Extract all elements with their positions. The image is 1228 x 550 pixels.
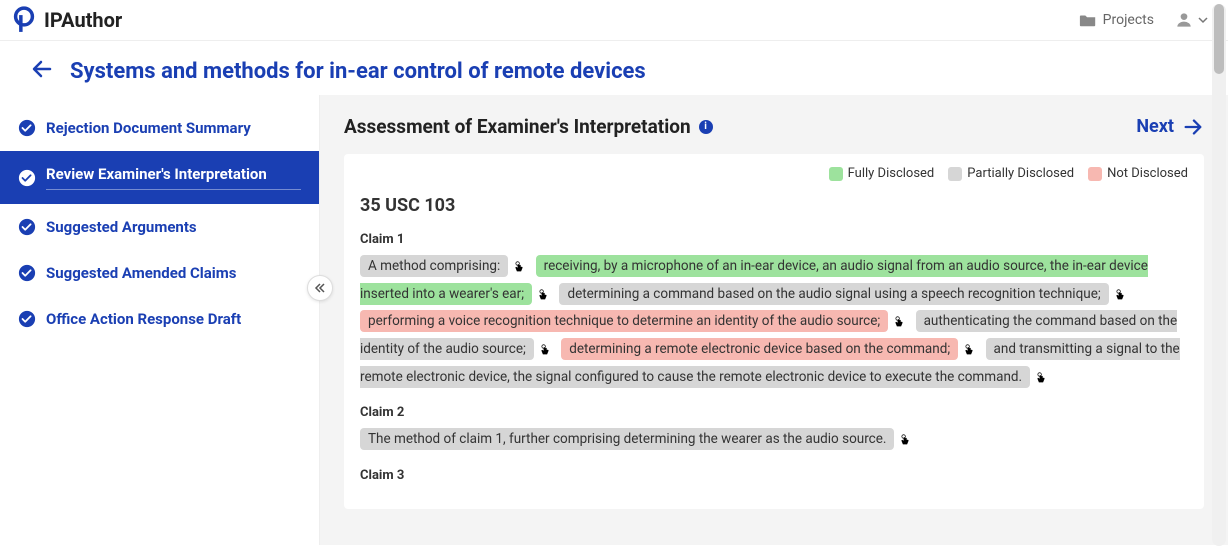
user-icon <box>1174 10 1194 30</box>
sidebar-item-label: Review Examiner's Interpretation <box>46 165 301 190</box>
swatch-partial <box>948 167 962 181</box>
legend-not-label: Not Disclosed <box>1107 166 1188 181</box>
chevron-down-icon <box>1198 15 1208 25</box>
folder-icon <box>1079 12 1097 28</box>
sidebar-item-label: Suggested Arguments <box>46 218 301 236</box>
app-logo: IPAuthor <box>10 6 122 34</box>
claim-segment[interactable]: determining a remote electronic device b… <box>561 338 958 360</box>
scroll-thumb[interactable] <box>1214 4 1224 74</box>
sidebar-item[interactable]: Review Examiner's Interpretation <box>0 151 319 204</box>
tap-icon[interactable] <box>536 285 550 299</box>
legend-partial: Partially Disclosed <box>948 166 1074 181</box>
sidebar-collapse-button[interactable] <box>307 275 333 301</box>
sidebar-item[interactable]: Office Action Response Draft <box>0 296 319 342</box>
user-menu[interactable] <box>1174 10 1208 30</box>
claim-body: The method of claim 1, further comprisin… <box>360 426 1188 454</box>
projects-link[interactable]: Projects <box>1079 12 1154 28</box>
title-row: Systems and methods for in-ear control o… <box>0 41 1228 95</box>
sidebar: Rejection Document Summary Review Examin… <box>0 95 320 545</box>
claim-segment[interactable]: The method of claim 1, further comprisin… <box>360 428 894 450</box>
next-button[interactable]: Next <box>1136 116 1204 138</box>
sidebar-item[interactable]: Suggested Amended Claims <box>0 250 319 296</box>
panel-header: Assessment of Examiner's Interpretation … <box>344 115 1204 138</box>
back-button[interactable] <box>30 57 54 85</box>
app-name: IPAuthor <box>44 8 122 32</box>
main-area: Rejection Document Summary Review Examin… <box>0 95 1228 545</box>
claim-segment[interactable]: A method comprising: <box>360 255 508 277</box>
sidebar-item[interactable]: Suggested Arguments <box>0 204 319 250</box>
tap-icon[interactable] <box>898 430 912 444</box>
page-title: Systems and methods for in-ear control o… <box>70 59 646 84</box>
topbar: IPAuthor Projects <box>0 0 1228 41</box>
check-circle-icon <box>18 169 36 187</box>
swatch-not <box>1088 167 1102 181</box>
projects-label: Projects <box>1103 12 1154 28</box>
claim-segment[interactable]: performing a voice recognition technique… <box>360 310 888 332</box>
logo-icon <box>10 6 38 34</box>
sidebar-item[interactable]: Rejection Document Summary <box>0 105 319 151</box>
panel-title: Assessment of Examiner's Interpretation … <box>344 115 713 138</box>
tap-icon[interactable] <box>1113 285 1127 299</box>
claim-label: Claim 1 <box>360 232 1188 247</box>
tap-icon[interactable] <box>512 257 526 271</box>
claims-container: Claim 1 A method comprising: receiving, b… <box>360 232 1188 483</box>
check-circle-icon <box>18 310 36 328</box>
info-icon[interactable]: i <box>699 120 713 134</box>
tap-icon[interactable] <box>538 340 552 354</box>
sidebar-item-label: Office Action Response Draft <box>46 310 301 328</box>
legend-not: Not Disclosed <box>1088 166 1188 181</box>
claim-label: Claim 3 <box>360 468 1188 483</box>
check-circle-icon <box>18 218 36 236</box>
tap-icon[interactable] <box>892 312 906 326</box>
sidebar-item-label: Rejection Document Summary <box>46 119 301 137</box>
check-circle-icon <box>18 264 36 282</box>
legend-full-label: Fully Disclosed <box>848 166 935 181</box>
legend-partial-label: Partially Disclosed <box>967 166 1074 181</box>
arrow-right-icon <box>1182 116 1204 138</box>
claim-body: A method comprising: receiving, by a mic… <box>360 253 1188 391</box>
claim-label: Claim 2 <box>360 405 1188 420</box>
next-label: Next <box>1136 116 1174 137</box>
top-actions: Projects <box>1079 10 1208 30</box>
swatch-full <box>829 167 843 181</box>
chevron-double-left-icon <box>314 282 326 294</box>
arrow-left-icon <box>30 57 54 81</box>
tap-icon[interactable] <box>1034 368 1048 382</box>
claim-segment[interactable]: determining a command based on the audio… <box>559 283 1108 305</box>
scrollbar[interactable] <box>1212 4 1226 546</box>
legend-full: Fully Disclosed <box>829 166 935 181</box>
content-area: Assessment of Examiner's Interpretation … <box>320 95 1228 545</box>
check-circle-icon <box>18 119 36 137</box>
panel-title-text: Assessment of Examiner's Interpretation <box>344 115 691 138</box>
assessment-card: Fully Disclosed Partially Disclosed Not … <box>344 154 1204 509</box>
legend: Fully Disclosed Partially Disclosed Not … <box>360 166 1188 181</box>
statute-title: 35 USC 103 <box>360 195 1188 216</box>
tap-icon[interactable] <box>962 340 976 354</box>
sidebar-item-label: Suggested Amended Claims <box>46 264 301 282</box>
